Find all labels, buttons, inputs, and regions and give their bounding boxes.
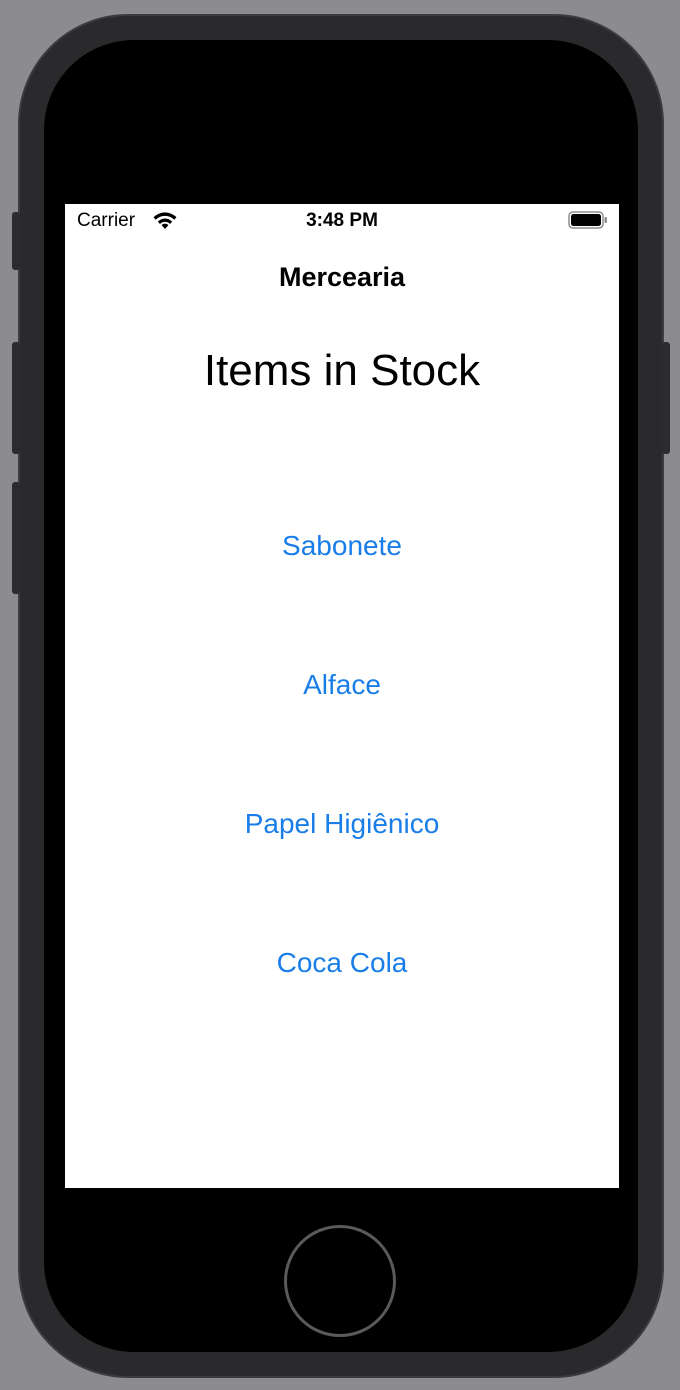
mute-switch xyxy=(12,212,20,270)
battery-full-icon xyxy=(568,211,607,229)
item-button-papel-higienico[interactable]: Papel Higiênico xyxy=(65,807,619,841)
volume-up-button xyxy=(12,342,20,454)
volume-down-button xyxy=(12,482,20,594)
item-button-coca-cola[interactable]: Coca Cola xyxy=(65,946,619,980)
item-button-sabonete[interactable]: Sabonete xyxy=(65,529,619,563)
status-time: 3:48 PM xyxy=(306,210,378,231)
status-bar: Carrier 3:48 PM xyxy=(65,204,619,240)
app-screen: Carrier 3:48 PM Mercearia Items in Stock… xyxy=(65,204,619,1188)
power-button xyxy=(662,342,670,454)
nav-title: Mercearia xyxy=(278,262,406,292)
item-button-alface[interactable]: Alface xyxy=(65,668,619,702)
page-heading: Items in Stock xyxy=(203,346,481,395)
home-button[interactable] xyxy=(284,1225,396,1337)
